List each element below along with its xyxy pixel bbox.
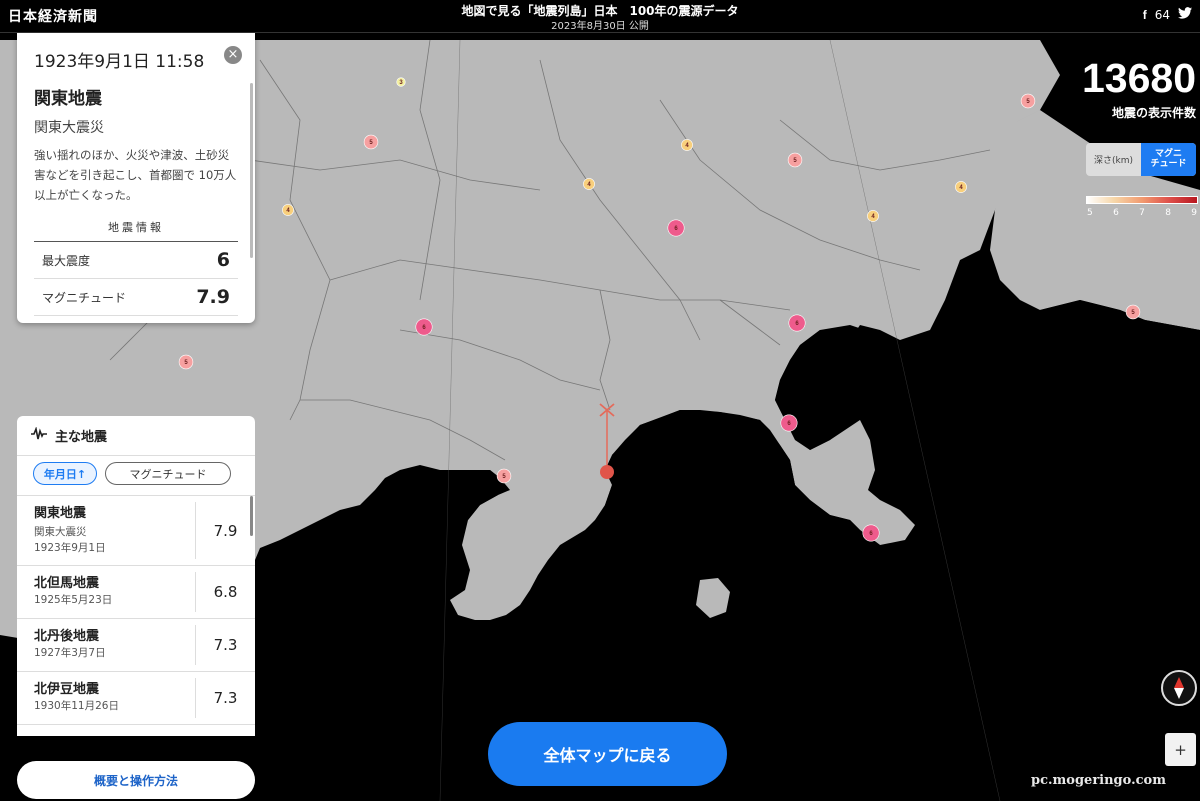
back-to-map-button[interactable]: 全体マップに戻る bbox=[488, 722, 727, 786]
close-icon[interactable]: × bbox=[224, 46, 242, 64]
twitter-icon[interactable] bbox=[1178, 7, 1192, 22]
watermark: pc.mogeringo.com bbox=[1031, 773, 1166, 788]
sort-by-magnitude-button[interactable]: マグニチュード bbox=[105, 462, 231, 485]
sort-by-date-button[interactable]: 年月日↑ bbox=[33, 462, 97, 485]
publish-date: 2023年8月30日 公開 bbox=[551, 21, 649, 32]
list-item-date: 1925年5月23日 bbox=[34, 594, 113, 606]
seismograph-icon bbox=[31, 425, 47, 445]
list-item-magnitude: 7.3 bbox=[195, 678, 255, 718]
overview-button[interactable]: 概要と操作方法 bbox=[17, 761, 255, 799]
list-item[interactable]: 北但馬地震 1925年5月23日 6.8 bbox=[17, 566, 255, 619]
intensity-label: 最大震度 bbox=[42, 253, 91, 268]
list-item-date: 1927年3月7日 bbox=[34, 647, 106, 659]
list-item[interactable]: 北丹後地震 1927年3月7日 7.3 bbox=[17, 619, 255, 672]
legend-tick: 9 bbox=[1191, 208, 1197, 218]
list-item-info: 北丹後地震 1927年3月7日 bbox=[17, 619, 195, 671]
sort-tabs: 年月日↑ マグニチュード bbox=[17, 456, 255, 491]
earthquake-list: 関東地震 関東大震災 1923年9月1日 7.9 北但馬地震 1925年5月23… bbox=[17, 495, 255, 725]
earthquake-marker[interactable]: 5 bbox=[363, 134, 379, 150]
list-item-name: 関東地震 bbox=[34, 506, 87, 521]
magnitude-legend: 5 6 7 8 9 bbox=[1086, 196, 1198, 218]
magnitude-label: マグニチュード bbox=[42, 290, 127, 305]
earthquake-marker[interactable]: 5 bbox=[496, 468, 512, 484]
list-item-magnitude: 6.8 bbox=[195, 572, 255, 612]
list-item[interactable]: 関東地震 関東大震災 1923年9月1日 7.9 bbox=[17, 496, 255, 566]
zoom-in-button[interactable]: + bbox=[1165, 733, 1196, 766]
detail-section-title: 地震情報 bbox=[34, 219, 238, 243]
earthquake-marker[interactable]: 3 bbox=[396, 77, 406, 87]
earthquake-detail-panel: 1923年9月1日 11:58 × 関東地震 関東大震災 強い揺れのほか、火災や… bbox=[17, 33, 255, 323]
quake-count: 13680 地震の表示件数 bbox=[1082, 56, 1196, 121]
magnitude-toggle-button[interactable]: マグニ チュード bbox=[1141, 143, 1196, 176]
major-list-title: 主な地震 bbox=[55, 430, 108, 445]
color-mode-toggle: 深さ(km) マグニ チュード bbox=[1086, 143, 1196, 176]
depth-toggle-button[interactable]: 深さ(km) bbox=[1086, 143, 1141, 176]
magnitude-value: 7.9 bbox=[196, 286, 230, 309]
magnitude-row: マグニチュード 7.9 bbox=[34, 279, 238, 317]
quake-count-caption: 地震の表示件数 bbox=[1111, 106, 1196, 120]
share-bar: f 64 bbox=[1143, 7, 1192, 22]
legend-tick: 6 bbox=[1113, 208, 1119, 218]
legend-tick: 8 bbox=[1165, 208, 1171, 218]
earthquake-marker[interactable]: 6 bbox=[862, 524, 880, 542]
quake-count-value: 13680 bbox=[1081, 55, 1196, 101]
detail-alias: 関東大震災 bbox=[34, 120, 104, 136]
earthquake-marker[interactable]: 4 bbox=[955, 181, 967, 193]
facebook-icon[interactable]: f bbox=[1143, 8, 1147, 22]
earthquake-marker[interactable]: 4 bbox=[867, 210, 879, 222]
earthquake-marker[interactable]: 4 bbox=[583, 178, 595, 190]
earthquake-marker[interactable]: 6 bbox=[780, 414, 798, 432]
detail-scrollbar[interactable] bbox=[250, 83, 253, 258]
legend-color-bar bbox=[1086, 196, 1198, 204]
list-item-date: 1930年11月26日 bbox=[34, 700, 119, 712]
list-item-date: 1923年9月1日 bbox=[34, 542, 106, 554]
intensity-value: 6 bbox=[216, 249, 230, 272]
detail-name: 関東地震 bbox=[34, 89, 102, 109]
list-item-magnitude: 7.9 bbox=[195, 502, 255, 559]
list-item-name: 北伊豆地震 bbox=[34, 682, 100, 697]
earthquake-marker[interactable]: 6 bbox=[788, 314, 806, 332]
earthquake-marker[interactable]: 6 bbox=[667, 219, 685, 237]
share-count: 64 bbox=[1154, 7, 1170, 22]
earthquake-marker[interactable]: 5 bbox=[178, 354, 194, 370]
earthquake-marker[interactable]: 6 bbox=[415, 318, 433, 336]
earthquake-marker[interactable]: 4 bbox=[681, 139, 693, 151]
legend-tick: 5 bbox=[1087, 208, 1093, 218]
detail-datetime: 1923年9月1日 11:58 bbox=[34, 52, 205, 72]
list-item-name: 北但馬地震 bbox=[34, 576, 100, 591]
list-scrollbar[interactable] bbox=[250, 496, 253, 536]
legend-tick: 7 bbox=[1139, 208, 1145, 218]
legend-ticks: 5 6 7 8 9 bbox=[1086, 208, 1198, 218]
list-item-info: 北伊豆地震 1930年11月26日 bbox=[17, 672, 195, 724]
list-item[interactable]: 北伊豆地震 1930年11月26日 7.3 bbox=[17, 672, 255, 725]
compass-icon[interactable] bbox=[1161, 670, 1197, 706]
list-item-info: 北但馬地震 1925年5月23日 bbox=[17, 566, 195, 618]
list-item-info: 関東地震 関東大震災 1923年9月1日 bbox=[17, 496, 195, 565]
major-earthquakes-panel: 主な地震 年月日↑ マグニチュード 関東地震 関東大震災 1923年9月1日 7… bbox=[17, 416, 255, 736]
list-item-magnitude: 7.3 bbox=[195, 625, 255, 665]
earthquake-marker[interactable]: 5 bbox=[787, 152, 803, 168]
list-item-alias: 関東大震災 bbox=[34, 526, 87, 538]
earthquake-marker[interactable]: 5 bbox=[1125, 304, 1141, 320]
earthquake-marker[interactable]: 4 bbox=[282, 204, 294, 216]
detail-description: 強い揺れのほか、火災や津波、土砂災害などを引き起こし、首都圏で 10万人以上が亡… bbox=[34, 148, 237, 203]
major-list-header: 主な地震 bbox=[17, 416, 255, 456]
top-bar: 日本経済新聞 地図で見る「地震列島」日本 100年の震源データ 2023年8月3… bbox=[0, 0, 1200, 33]
list-item-name: 北丹後地震 bbox=[34, 629, 100, 644]
earthquake-marker[interactable]: 5 bbox=[1020, 93, 1036, 109]
intensity-row: 最大震度 6 bbox=[34, 242, 238, 280]
